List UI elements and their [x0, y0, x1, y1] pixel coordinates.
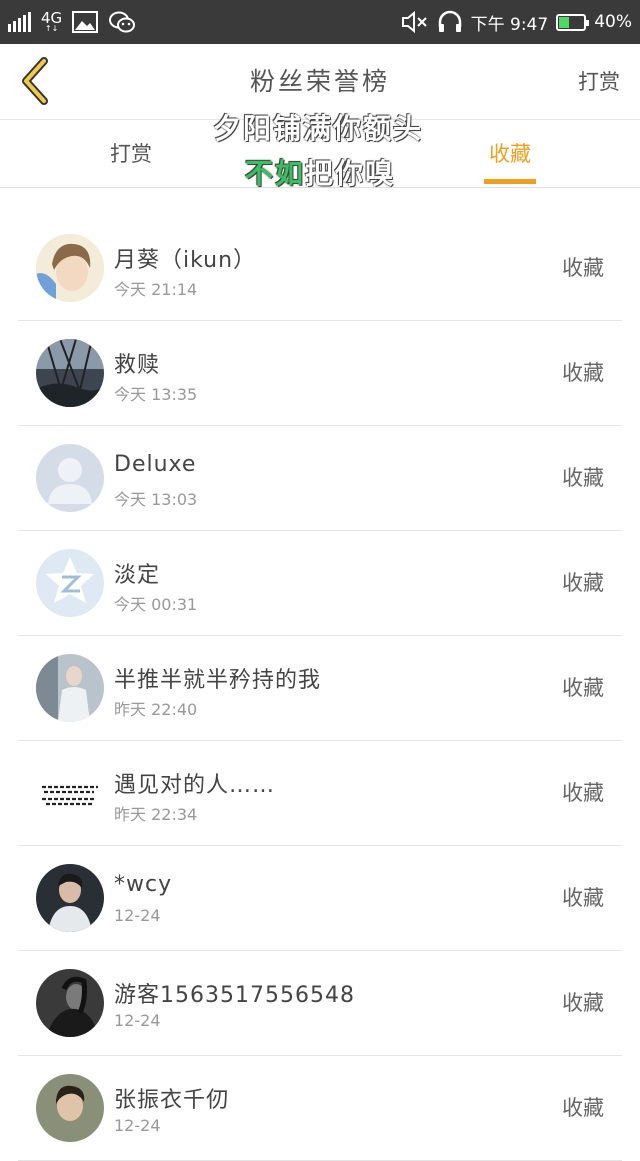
avatar	[36, 234, 104, 302]
avatar	[36, 654, 104, 722]
lyric-sung: 不如	[244, 157, 305, 190]
list-item[interactable]: *wcy 12-24 收藏	[18, 846, 622, 951]
avatar	[36, 444, 104, 512]
lyric-line-2: 不如把你嗅	[0, 152, 640, 192]
item-name: 遇见对的人……	[114, 773, 276, 798]
item-name: 游客1563517556548	[114, 983, 355, 1008]
list-item[interactable]: 游客1563517556548 12-24 收藏	[18, 951, 622, 1056]
list-item[interactable]: 淡定 今天 00:31 收藏	[18, 531, 622, 636]
item-action: 收藏	[562, 361, 604, 385]
list-item[interactable]: Deluxe 今天 13:03 收藏	[18, 426, 622, 531]
lyric-unsung: 把你嗅	[305, 157, 396, 190]
signal-icon	[8, 12, 31, 32]
battery-icon	[556, 13, 590, 31]
item-time: 今天 00:31	[114, 595, 198, 614]
avatar	[36, 339, 104, 407]
list-item[interactable]: 遇见对的人…… 昨天 22:34 收藏	[18, 741, 622, 846]
chevron-left-icon[interactable]	[14, 56, 58, 106]
avatar	[36, 969, 104, 1037]
clock: 下午 9:47	[470, 14, 549, 35]
item-name: 张振衣千仞	[114, 1088, 230, 1113]
list-item[interactable]: 月葵（ikun） 今天 21:14 收藏	[18, 216, 622, 321]
item-action: 收藏	[562, 886, 604, 910]
image-icon	[72, 11, 99, 33]
item-time: 12-24	[114, 1011, 161, 1030]
item-action: 收藏	[562, 676, 604, 700]
avatar	[36, 549, 104, 617]
item-name: 救赎	[114, 353, 161, 378]
item-action: 收藏	[562, 256, 604, 280]
list-item[interactable]: 半推半就半矜持的我 昨天 22:40 收藏	[18, 636, 622, 741]
avatar	[36, 864, 104, 932]
item-time: 昨天 22:40	[114, 700, 198, 719]
item-action: 收藏	[562, 1096, 604, 1120]
item-action: 收藏	[562, 571, 604, 595]
status-bar: 4G ↑↓ 下午 9:47 40%	[0, 0, 640, 44]
item-action: 收藏	[562, 991, 604, 1015]
item-action: 收藏	[562, 466, 604, 490]
item-time: 今天 13:03	[114, 490, 198, 509]
headphones-icon	[438, 10, 461, 32]
item-time: 12-24	[114, 1116, 161, 1135]
list-item[interactable]: 张振衣千仞 12-24 收藏	[18, 1056, 622, 1161]
item-name: 半推半就半矜持的我	[114, 668, 322, 693]
wechat-icon	[109, 11, 136, 33]
mute-icon	[401, 10, 427, 34]
list-item[interactable]: 救赎 今天 13:35 收藏	[18, 321, 622, 426]
item-name: 月葵（ikun）	[114, 248, 257, 273]
item-time: 今天 21:14	[114, 280, 198, 299]
item-time: 今天 13:35	[114, 385, 198, 404]
network-type: 4G ↑↓	[41, 9, 63, 33]
item-time: 12-24	[114, 906, 161, 925]
battery-percent: 40%	[594, 12, 632, 32]
lyric-line-1: 夕阳铺满你额头	[212, 112, 423, 145]
item-time: 昨天 22:34	[114, 805, 198, 824]
avatar	[36, 1074, 104, 1142]
item-name: Deluxe	[114, 452, 197, 477]
item-name: *wcy	[114, 872, 173, 897]
item-name: 淡定	[114, 563, 161, 588]
avatar	[36, 759, 104, 827]
item-action: 收藏	[562, 781, 604, 805]
